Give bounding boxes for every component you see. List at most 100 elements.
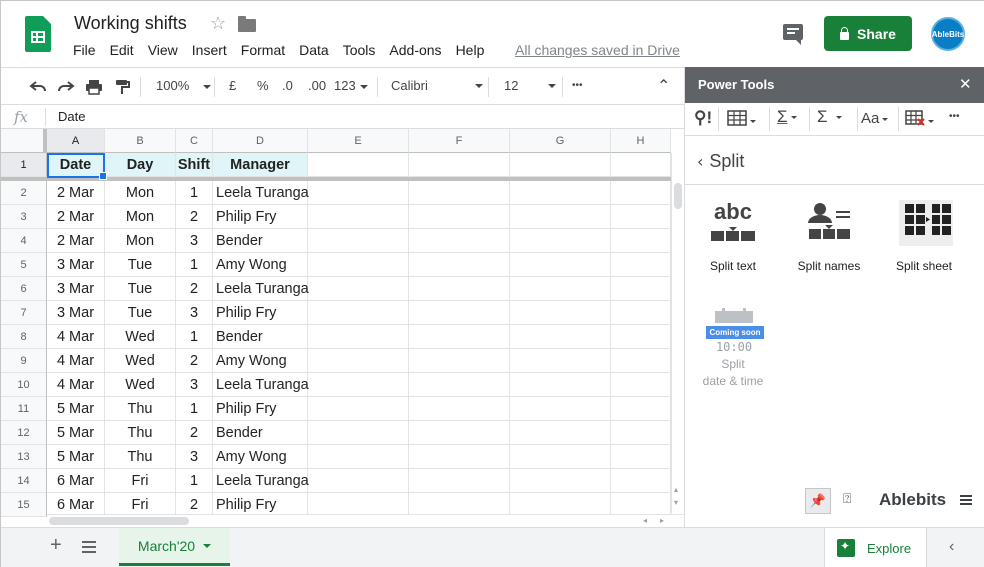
header-cell[interactable] xyxy=(308,153,409,177)
scroll-right-icon[interactable]: ▸ xyxy=(660,516,664,525)
table-cell[interactable] xyxy=(510,205,611,229)
table-cell[interactable]: 2 xyxy=(176,205,213,229)
table-cell[interactable]: Thu xyxy=(105,397,176,421)
table-cell[interactable] xyxy=(308,205,409,229)
table-cell[interactable]: 3 Mar xyxy=(47,253,105,277)
table-cell[interactable] xyxy=(611,229,671,253)
zoom-select[interactable]: 100% xyxy=(156,78,212,93)
comments-icon[interactable] xyxy=(783,24,803,45)
table-cell[interactable] xyxy=(409,301,510,325)
increase-decimals-button[interactable]: .00 xyxy=(308,78,326,93)
table-cell[interactable] xyxy=(409,349,510,373)
table-cell[interactable] xyxy=(409,277,510,301)
add-sheet-icon[interactable]: + xyxy=(50,534,62,557)
header-cell[interactable]: Shift xyxy=(176,153,213,177)
undo-icon[interactable] xyxy=(29,79,47,95)
scroll-left-icon[interactable]: ◂ xyxy=(643,516,647,525)
row-header[interactable]: 10 xyxy=(1,373,47,397)
table-cell[interactable]: Thu xyxy=(105,421,176,445)
table-cell[interactable]: Wed xyxy=(105,373,176,397)
help-icon[interactable]: ⍰ xyxy=(843,491,851,507)
split-names-tool[interactable]: Split names xyxy=(784,201,874,273)
pin-icon[interactable]: 📌 xyxy=(805,488,831,514)
table-cell[interactable]: Tue xyxy=(105,253,176,277)
table-cell[interactable] xyxy=(308,421,409,445)
table-cell[interactable]: 3 Mar xyxy=(47,301,105,325)
row-header[interactable]: 3 xyxy=(1,205,47,229)
header-cell[interactable]: Manager xyxy=(213,153,308,177)
table-cell[interactable] xyxy=(510,397,611,421)
spreadsheet-grid[interactable]: A B C D E F G H 1 Date Day Shift Manager 2 2 Mar Mon 1 Le… xyxy=(1,129,684,527)
menu-file[interactable]: File xyxy=(73,42,96,58)
table-cell[interactable] xyxy=(409,229,510,253)
table-cell[interactable] xyxy=(308,349,409,373)
table-cell[interactable] xyxy=(611,397,671,421)
table-cell[interactable]: 3 xyxy=(176,301,213,325)
back-to-split-button[interactable]: ‹ Split xyxy=(697,151,744,172)
table-cell[interactable] xyxy=(409,205,510,229)
table-cell[interactable] xyxy=(510,421,611,445)
table-cell[interactable]: Bender xyxy=(213,325,308,349)
decrease-decimals-button[interactable]: .0 xyxy=(282,78,293,93)
row-header[interactable]: 11 xyxy=(1,397,47,421)
table-cell[interactable]: 1 xyxy=(176,397,213,421)
header-cell[interactable]: Day xyxy=(105,153,176,177)
table-cell[interactable] xyxy=(611,205,671,229)
table-cell[interactable] xyxy=(611,301,671,325)
vertical-scroll-thumb[interactable] xyxy=(674,183,682,209)
sheets-logo-icon[interactable] xyxy=(25,16,51,52)
table-cell[interactable]: 2 xyxy=(176,421,213,445)
table-cell[interactable]: 2 Mar xyxy=(47,181,105,205)
redo-icon[interactable] xyxy=(57,79,75,95)
table-cell[interactable]: 5 Mar xyxy=(47,397,105,421)
table-cell[interactable]: 2 Mar xyxy=(47,205,105,229)
table-cell[interactable]: Wed xyxy=(105,349,176,373)
menu-help[interactable]: Help xyxy=(456,42,485,58)
sheet-tab-active[interactable]: March'20 xyxy=(119,528,230,566)
table-cell[interactable] xyxy=(308,469,409,493)
table-cell[interactable]: 3 xyxy=(176,229,213,253)
paint-format-icon[interactable] xyxy=(114,79,130,95)
header-cell[interactable] xyxy=(510,153,611,177)
table-cell[interactable]: Mon xyxy=(105,229,176,253)
table-cell[interactable] xyxy=(510,301,611,325)
folder-icon[interactable] xyxy=(238,16,256,32)
table-cell[interactable]: Leela Turanga xyxy=(213,277,309,301)
menu-format[interactable]: Format xyxy=(241,42,285,58)
avatar[interactable]: AbleBits xyxy=(931,17,965,51)
table-cell[interactable]: Wed xyxy=(105,325,176,349)
column-header-h[interactable]: H xyxy=(611,129,671,153)
table-cell[interactable]: Fri xyxy=(105,469,176,493)
split-icon[interactable]: Σ xyxy=(777,107,797,127)
table-cell[interactable]: Amy Wong xyxy=(213,445,308,469)
table-cell[interactable]: Mon xyxy=(105,205,176,229)
row-header[interactable]: 4 xyxy=(1,229,47,253)
menu-edit[interactable]: Edit xyxy=(110,42,134,58)
table-cell[interactable]: Philip Fry xyxy=(213,397,308,421)
row-header[interactable]: 1 xyxy=(1,153,47,177)
row-header[interactable]: 8 xyxy=(1,325,47,349)
table-cell[interactable]: 3 Mar xyxy=(47,277,105,301)
table-cell[interactable]: Tue xyxy=(105,301,176,325)
table-cell[interactable]: 4 Mar xyxy=(47,325,105,349)
horizontal-scroll-thumb[interactable] xyxy=(49,517,189,525)
table-cell[interactable]: 3 xyxy=(176,445,213,469)
column-header-a[interactable]: A xyxy=(47,129,105,153)
header-cell[interactable]: Date xyxy=(47,153,105,177)
table-cell[interactable]: 2 Mar xyxy=(47,229,105,253)
formulas-icon[interactable]: Σ xyxy=(817,107,842,127)
table-cell[interactable]: Thu xyxy=(105,445,176,469)
currency-button[interactable]: £ xyxy=(229,78,236,93)
table-cell[interactable] xyxy=(611,325,671,349)
table-cell[interactable] xyxy=(510,349,611,373)
table-cell[interactable]: Bender xyxy=(213,421,308,445)
header-cell[interactable] xyxy=(611,153,671,177)
column-header-g[interactable]: G xyxy=(510,129,611,153)
table-cell[interactable] xyxy=(409,373,510,397)
formula-input[interactable]: Date xyxy=(58,109,85,124)
table-cell[interactable] xyxy=(308,253,409,277)
save-status-link[interactable]: All changes saved in Drive xyxy=(515,42,680,58)
table-cell[interactable] xyxy=(308,301,409,325)
table-cell[interactable] xyxy=(308,325,409,349)
table-cell[interactable] xyxy=(611,421,671,445)
